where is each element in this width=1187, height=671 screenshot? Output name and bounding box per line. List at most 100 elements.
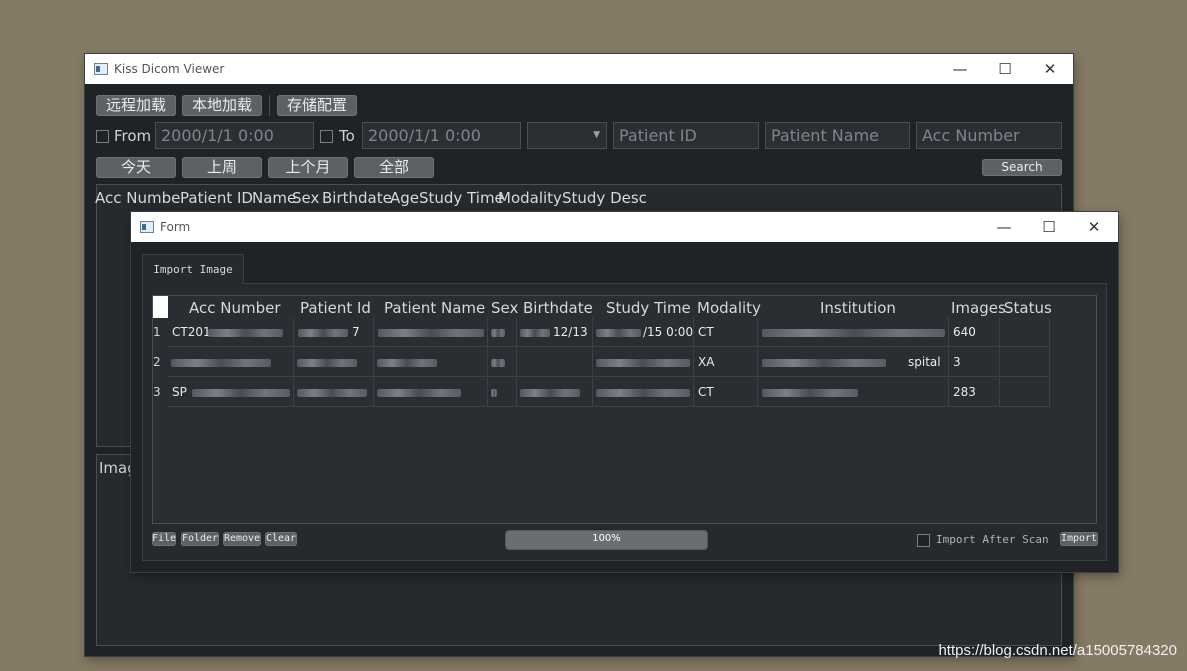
- file-button[interactable]: File: [152, 532, 176, 546]
- col-sex[interactable]: Sex: [491, 299, 518, 317]
- cell-patient-name: [374, 378, 488, 407]
- to-checkbox[interactable]: [320, 130, 333, 143]
- close-icon[interactable]: ✕: [1027, 54, 1073, 84]
- acc-number-input[interactable]: Acc Number: [916, 122, 1062, 149]
- col-patient-name[interactable]: Patient Name: [384, 299, 485, 317]
- form-maximize-icon[interactable]: ☐: [1026, 212, 1072, 242]
- minimize-icon[interactable]: —: [937, 54, 983, 84]
- main-titlebar[interactable]: Kiss Dicom Viewer — ☐ ✕: [85, 54, 1073, 84]
- cell-patient-id: 7: [294, 318, 374, 347]
- col-status[interactable]: Status: [1004, 299, 1052, 317]
- main-window-title: Kiss Dicom Viewer: [114, 62, 225, 76]
- from-date-input[interactable]: 2000/1/1 0:00: [155, 122, 314, 149]
- all-button[interactable]: 全部: [354, 157, 434, 178]
- remote-load-button[interactable]: 远程加载: [96, 95, 176, 116]
- col-institution[interactable]: Institution: [820, 299, 896, 317]
- cell-images: 640: [949, 318, 1000, 347]
- table-row[interactable]: 1 CT201 7 12/13 /15 0:00 CT 640: [153, 318, 1053, 348]
- col-study-time[interactable]: Study Time: [606, 299, 691, 317]
- import-progress-bar: 100%: [505, 530, 708, 550]
- to-date-input[interactable]: 2000/1/1 0:00: [362, 122, 521, 149]
- table-corner[interactable]: [153, 296, 168, 318]
- chevron-down-icon: ▼: [593, 130, 600, 140]
- study-col-patient-id[interactable]: Patient ID: [180, 189, 253, 207]
- study-col-birthdate[interactable]: Birthdate: [322, 189, 392, 207]
- cell-acc: CT201: [168, 318, 294, 347]
- remove-button[interactable]: Remove: [223, 532, 261, 546]
- tab-import-image-label: Import Image: [153, 263, 233, 276]
- cell-acc: [168, 348, 294, 377]
- from-label: From: [114, 127, 152, 145]
- today-button[interactable]: 今天: [96, 157, 176, 178]
- cell-patient-id: [294, 348, 374, 377]
- form-titlebar[interactable]: Form — ☐ ✕: [131, 212, 1118, 242]
- cell-study-time: /15 0:00: [593, 318, 694, 347]
- tab-import-image[interactable]: Import Image: [142, 254, 244, 284]
- cell-patient-name: [374, 348, 488, 377]
- storage-config-button[interactable]: 存储配置: [277, 95, 357, 116]
- progress-text: 100%: [592, 533, 621, 544]
- row-number: 1: [153, 325, 161, 339]
- clear-button[interactable]: Clear: [265, 532, 297, 546]
- maximize-icon[interactable]: ☐: [982, 54, 1028, 84]
- cell-study-time: [593, 348, 694, 377]
- import-table[interactable]: Acc Number Patient Id Patient Name Sex B…: [152, 295, 1097, 524]
- col-patient-id[interactable]: Patient Id: [300, 299, 371, 317]
- cell-status: [1000, 318, 1050, 347]
- cell-acc: SP: [168, 378, 294, 407]
- col-modality[interactable]: Modality: [697, 299, 761, 317]
- local-load-button[interactable]: 本地加载: [182, 95, 262, 116]
- cell-birthdate: [517, 378, 593, 407]
- cell-modality: CT: [694, 378, 758, 407]
- study-col-age[interactable]: Age: [390, 189, 419, 207]
- form-close-icon[interactable]: ✕: [1071, 212, 1117, 242]
- toolbar-divider: [269, 95, 270, 116]
- study-col-name[interactable]: Name: [252, 189, 296, 207]
- last-month-button[interactable]: 上个月: [268, 157, 348, 178]
- last-week-button[interactable]: 上周: [182, 157, 262, 178]
- patient-name-input[interactable]: Patient Name: [765, 122, 910, 149]
- import-after-scan-checkbox[interactable]: [917, 534, 930, 547]
- modality-combo[interactable]: ▼: [527, 122, 607, 149]
- cell-modality: XA: [694, 348, 758, 377]
- import-button[interactable]: Import: [1060, 532, 1098, 546]
- search-button[interactable]: Search: [982, 159, 1062, 176]
- cell-sex: [488, 348, 517, 377]
- to-label: To: [339, 127, 355, 145]
- study-col-sex[interactable]: Sex: [292, 189, 319, 207]
- cell-modality: CT: [694, 318, 758, 347]
- cell-institution: [758, 378, 949, 407]
- patient-id-input[interactable]: Patient ID: [613, 122, 759, 149]
- study-col-study-desc[interactable]: Study Desc: [562, 189, 647, 207]
- col-acc-number[interactable]: Acc Number: [189, 299, 281, 317]
- app-icon: [94, 63, 108, 75]
- import-after-scan-label: Import After Scan: [936, 533, 1049, 546]
- cell-institution: [758, 318, 949, 347]
- table-row[interactable]: 2 XA spital 3: [153, 348, 1053, 378]
- study-col-acc[interactable]: Acc Numbe: [95, 189, 180, 207]
- cell-sex: [488, 378, 517, 407]
- cell-birthdate: 12/13: [517, 318, 593, 347]
- row-number: 3: [153, 385, 161, 399]
- cell-study-time: [593, 378, 694, 407]
- col-images[interactable]: Images: [951, 299, 1006, 317]
- cell-status: [1000, 378, 1050, 407]
- study-col-study-time[interactable]: Study Time: [419, 189, 504, 207]
- col-birthdate[interactable]: Birthdate: [523, 299, 593, 317]
- cell-birthdate: [517, 348, 593, 377]
- cell-patient-id: [294, 378, 374, 407]
- cell-status: [1000, 348, 1050, 377]
- row-number: 2: [153, 355, 161, 369]
- watermark-text: https://blog.csdn.net/a15005784320: [938, 642, 1177, 659]
- form-window: Form — ☐ ✕ Import Image Acc Number Patie…: [131, 212, 1118, 572]
- table-row[interactable]: 3 SP CT 283: [153, 378, 1053, 408]
- cell-images: 283: [949, 378, 1000, 407]
- from-checkbox[interactable]: [96, 130, 109, 143]
- cell-images: 3: [949, 348, 1000, 377]
- folder-button[interactable]: Folder: [181, 532, 219, 546]
- form-minimize-icon[interactable]: —: [981, 212, 1027, 242]
- form-app-icon: [140, 221, 154, 233]
- cell-institution: spital: [758, 348, 949, 377]
- form-window-title: Form: [160, 220, 191, 234]
- study-col-modality[interactable]: Modality: [498, 189, 562, 207]
